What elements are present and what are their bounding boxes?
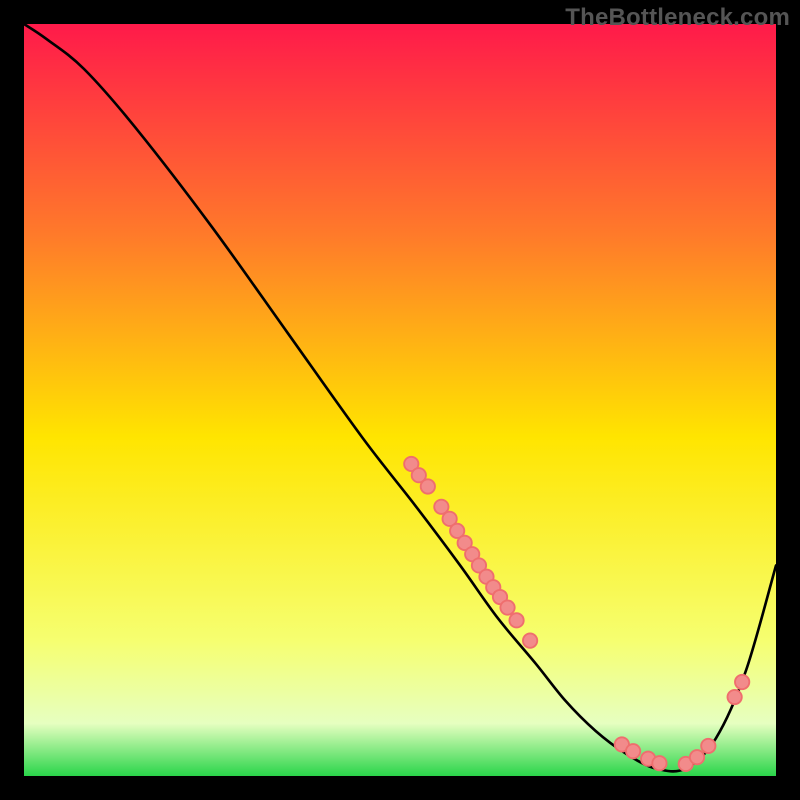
data-point [735,675,749,689]
data-point [421,479,435,493]
data-point [701,739,715,753]
data-point [626,744,640,758]
plot-area [24,24,776,776]
watermark-label: TheBottleneck.com [565,4,790,32]
data-point [523,633,537,647]
gradient-background [24,24,776,776]
chart-svg [24,24,776,776]
data-point [727,690,741,704]
data-point [509,613,523,627]
chart-canvas: TheBottleneck.com [0,0,800,800]
data-point [652,756,666,770]
data-point [690,750,704,764]
data-point [500,600,514,614]
